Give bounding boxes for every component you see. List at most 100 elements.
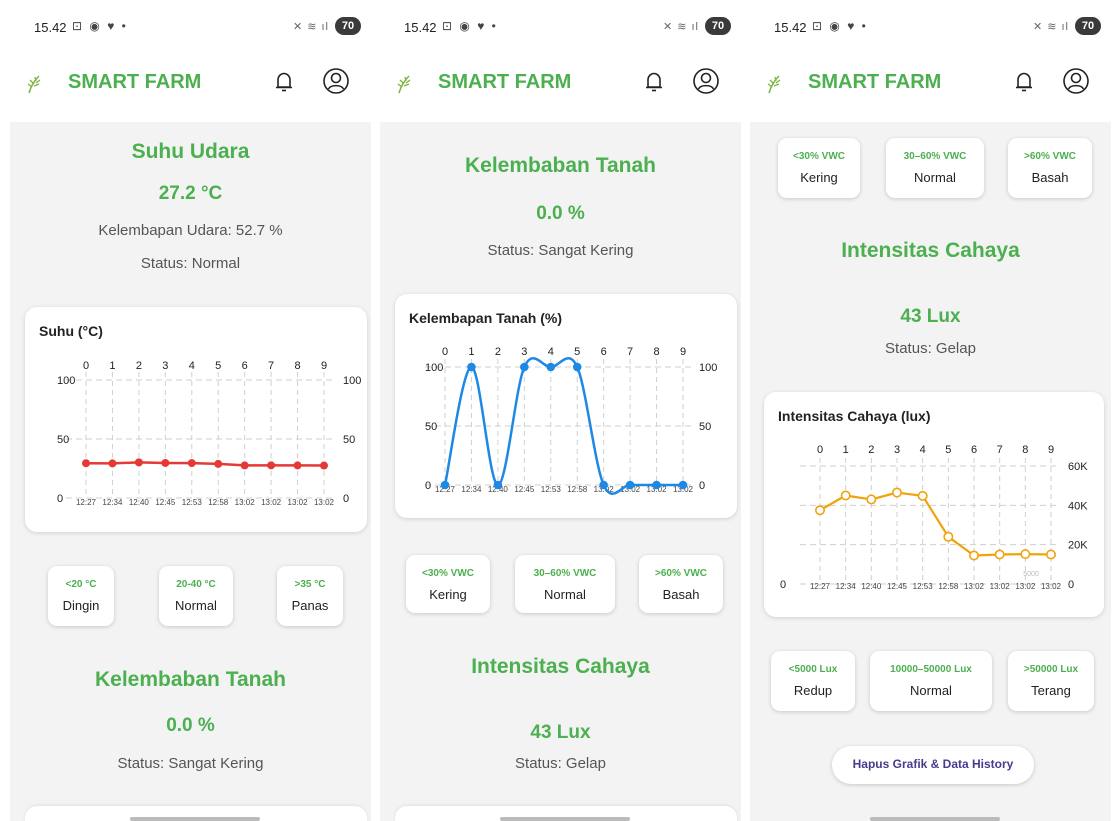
y-tick-label-left: 50 (425, 421, 437, 433)
cahaya-chart-card: Intensitas Cahaya (lux) 0 1 2 3 4 5 6 7 8 9 12:27 1… (764, 392, 1104, 617)
tanah-chip-normal[interactable]: 30–60% VWC Normal (515, 555, 615, 613)
x-tick-label-top: 0 (83, 360, 89, 372)
y-tick-label-right: 100 (699, 362, 717, 374)
app-title: SMART FARM (808, 71, 942, 93)
data-point (467, 362, 476, 372)
y-tick-label-right: 0 (343, 493, 349, 505)
x-tick-label-top: 5 (945, 444, 951, 456)
x-tick-label-top: 8 (653, 346, 659, 358)
data-point (917, 490, 928, 501)
hapus-history-button[interactable]: Hapus Grafik & Data History (832, 746, 1034, 784)
tanah-status: Status: Sangat Kering (117, 755, 264, 772)
data-point (866, 494, 877, 505)
y-tick-label-left: 0 (425, 480, 431, 492)
phone-screen-3: 15.42 ⊡ ◉ ♥ • ✕ ≋ ıl 70 SMART FARM <30% … (750, 0, 1111, 821)
battery-icon: 70 (1075, 17, 1101, 35)
tanah-title: Kelembaban Tanah (95, 668, 286, 691)
data-point (943, 531, 954, 542)
x-tick-label-top: 7 (997, 444, 1003, 456)
home-indicator (500, 817, 630, 821)
status-bar: 15.42 ⊡ ◉ ♥ • ✕ ≋ ıl 70 (750, 0, 1111, 44)
tanah-chart: 0 1 2 3 4 5 6 7 8 912:27 12:34 12:40 12:45 12:53 12:58… (425, 346, 717, 495)
status-time: 15.42 (404, 20, 437, 35)
y-tick-label-right: 20K (1068, 540, 1088, 552)
x-tick-label-top: 9 (1048, 444, 1054, 456)
app-title: SMART FARM (438, 71, 572, 93)
x-tick-label-bottom: 12:27 (76, 498, 97, 507)
data-point (161, 458, 170, 467)
x-tick-label-bottom: 13:02 (235, 498, 256, 507)
x-tick-label-top: 2 (136, 360, 142, 372)
data-point (892, 487, 903, 498)
x-tick-label-top: 9 (321, 360, 327, 372)
x-tick-label-top: 8 (294, 360, 300, 372)
chip-range: 30–60% VWC (533, 568, 597, 579)
suhu-chip-panas[interactable]: >35 °C Panas (277, 566, 343, 626)
y-tick-label-right: 0 (1068, 579, 1074, 591)
bell-icon[interactable] (644, 71, 664, 93)
data-point (134, 458, 143, 467)
chip-range: >60% VWC (655, 568, 707, 579)
chip-label: Kering (429, 587, 467, 602)
x-tick-label-top: 0 (442, 346, 448, 358)
data-point (493, 480, 503, 490)
suhu-chip-dingin[interactable]: <20 °C Dingin (48, 566, 114, 626)
x-tick-label-top: 0 (817, 444, 823, 456)
data-point (187, 459, 196, 468)
x-tick-label-top: 8 (1022, 444, 1028, 456)
x-tick-label-top: 6 (601, 346, 607, 358)
x-tick-label-bottom: 12:53 (913, 582, 934, 591)
y-tick-label-right: 0 (699, 480, 705, 492)
y-tick-label-left: 50 (57, 434, 69, 446)
data-point (108, 459, 117, 468)
app-bar: SMART FARM (10, 44, 371, 122)
status-time: 15.42 (774, 20, 807, 35)
suhu-chart-card: Suhu (°C) 0 1 2 3 4 5 6 7 8 9 12:27 12:34 12:40 12:45… (25, 307, 367, 532)
x-tick-label-top: 3 (521, 346, 527, 358)
tanah-chip-kering[interactable]: <30% VWC Kering (778, 138, 860, 198)
x-tick-label-bottom: 13:02 (964, 582, 985, 591)
x-tick-label-top: 6 (971, 444, 977, 456)
x-tick-label-top: 4 (548, 346, 554, 358)
tanah-chip-normal[interactable]: 30–60% VWC Normal (886, 138, 984, 198)
bell-icon[interactable] (274, 71, 294, 93)
battery-icon: 70 (335, 17, 361, 35)
cahaya-chip-redup[interactable]: <5000 Lux Redup (771, 651, 855, 711)
user-icon[interactable] (322, 67, 350, 95)
tanah-chip-kering[interactable]: <30% VWC Kering (406, 555, 490, 613)
chip-label: Dingin (62, 598, 100, 613)
cahaya-chart: 0 1 2 3 4 5 6 7 8 9 12:27 12:34 12:40 12:45 12:53 12:58… (780, 444, 1088, 591)
app-bar: SMART FARM (380, 44, 741, 122)
x-tick-label-top: 5 (574, 346, 580, 358)
x-tick-label-bottom: 12:34 (102, 498, 123, 507)
x-tick-label-bottom: 12:40 (861, 582, 882, 591)
x-tick-label-top: 1 (468, 346, 474, 358)
cahaya-chip-normal[interactable]: 10000–50000 Lux Normal (870, 651, 992, 711)
chip-range: >50000 Lux (1023, 664, 1079, 675)
tanah-chip-basah[interactable]: >60% VWC Basah (639, 555, 723, 613)
data-point (840, 490, 851, 501)
x-tick-label-bottom: 13:02 (288, 498, 309, 507)
y-tick-label-left: 0 (57, 493, 63, 505)
chip-label: Normal (914, 170, 956, 185)
data-point (625, 480, 635, 490)
bell-icon[interactable] (1014, 71, 1034, 93)
suhu-chip-normal[interactable]: 20-40 °C Normal (159, 566, 233, 626)
tanah-value: 0.0 % (536, 203, 585, 224)
data-point (520, 362, 529, 372)
x-tick-label-bottom: 12:45 (514, 485, 535, 494)
user-icon[interactable] (692, 67, 720, 95)
series-line (85, 461, 325, 467)
tanah-chip-basah[interactable]: >60% VWC Basah (1008, 138, 1092, 198)
signal-wifi-icon: ✕ ≋ ıl (292, 21, 329, 33)
cahaya-chip-terang[interactable]: >50000 Lux Terang (1008, 651, 1094, 711)
x-tick-label-bottom: 12:58 (567, 485, 588, 494)
y-tick-label-right: 40K (1068, 500, 1088, 512)
x-tick-label-bottom: 12:53 (541, 485, 562, 494)
data-point (678, 480, 688, 490)
data-point (969, 550, 980, 561)
x-tick-label-top: 1 (109, 360, 115, 372)
user-icon[interactable] (1062, 67, 1090, 95)
cahaya-title: Intensitas Cahaya (841, 239, 1020, 262)
suhu-chart: 0 1 2 3 4 5 6 7 8 9 12:27 12:34 12:40 12:45 12:53 12:58… (57, 360, 361, 507)
